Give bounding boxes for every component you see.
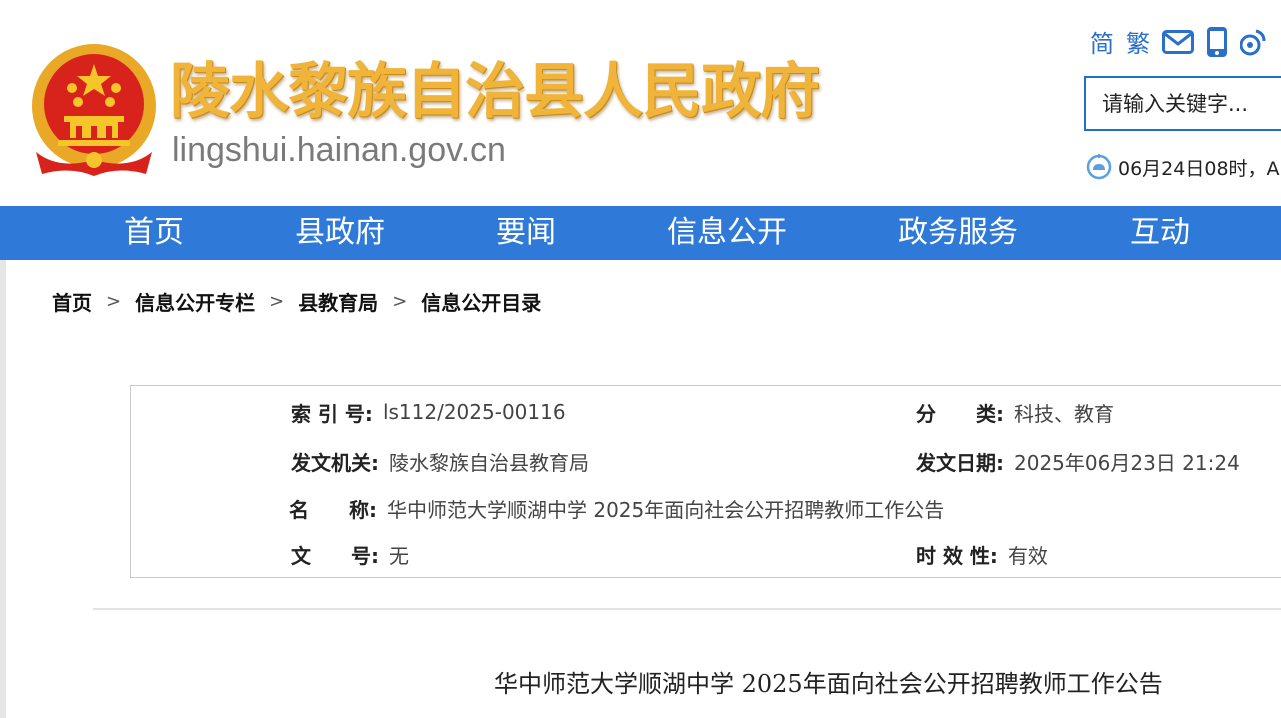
breadcrumb-info-catalog[interactable]: 信息公开目录: [421, 287, 541, 316]
index-value: ls112/2025-00116: [382, 400, 566, 424]
search-box: [1084, 76, 1281, 131]
info-row-name: 名 称: 华中师范大学顺湖中学 2025年面向社会公开招聘教师工作公告: [289, 493, 944, 523]
page-left-strip: [0, 260, 6, 718]
info-row-category: 分 类: 科技、教育: [916, 397, 1114, 427]
main-nav: 首页 县政府 要闻 信息公开 政务服务 互动: [0, 206, 1281, 260]
info-row-index: 索 引 号: ls112/2025-00116: [291, 397, 566, 427]
breadcrumb-separator: >: [106, 290, 122, 312]
breadcrumb-education-bureau[interactable]: 县教育局: [298, 287, 378, 316]
index-label: 索 引 号:: [291, 401, 373, 426]
top-tools: 简 繁: [1090, 26, 1278, 62]
nav-item-government-services[interactable]: 政务服务: [898, 206, 1018, 260]
breadcrumb-separator: >: [392, 290, 408, 312]
name-label: 名 称:: [289, 497, 377, 522]
weather-info: 06月24日08时，A: [1084, 152, 1280, 182]
category-value: 科技、教育: [1014, 401, 1114, 426]
issuer-label: 发文机关:: [291, 450, 379, 475]
nav-item-info-disclosure[interactable]: 信息公开: [667, 206, 787, 260]
date-label: 发文日期:: [916, 450, 1004, 475]
weather-text: 06月24日08时，A: [1118, 157, 1280, 180]
info-row-issuer: 发文机关: 陵水黎族自治县教育局: [291, 446, 589, 476]
validity-label: 时 效 性:: [916, 543, 998, 568]
breadcrumb-separator: >: [269, 290, 285, 312]
mail-icon[interactable]: [1162, 30, 1194, 58]
weather-icon: [1086, 154, 1112, 180]
breadcrumb-home[interactable]: 首页: [52, 287, 92, 316]
validity-value: 有效: [1007, 543, 1048, 568]
site-title: 陵水黎族自治县人民政府: [170, 57, 820, 127]
docno-label: 文 号:: [291, 543, 379, 568]
emblem-icon: [32, 44, 156, 176]
mobile-icon[interactable]: [1206, 26, 1228, 62]
name-value: 华中师范大学顺湖中学 2025年面向社会公开招聘教师工作公告: [387, 497, 945, 522]
breadcrumb-info-column[interactable]: 信息公开专栏: [135, 287, 255, 316]
simplified-chinese-link[interactable]: 简: [1090, 28, 1114, 60]
weibo-icon[interactable]: [1239, 27, 1266, 61]
traditional-chinese-link[interactable]: 繁: [1126, 28, 1150, 60]
nav-item-interaction[interactable]: 互动: [1130, 206, 1190, 260]
info-row-validity: 时 效 性: 有效: [916, 539, 1048, 569]
issuer-value: 陵水黎族自治县教育局: [389, 450, 589, 475]
article-title: 华中师范大学顺湖中学 2025年面向社会公开招聘教师工作公告: [494, 670, 1163, 698]
document-info-box: 索 引 号: ls112/2025-00116 分 类: 科技、教育 发文机关:…: [130, 385, 1281, 578]
nav-item-county-government[interactable]: 县政府: [295, 206, 385, 260]
breadcrumb: 首页 > 信息公开专栏 > 县教育局 > 信息公开目录: [52, 286, 541, 316]
nav-item-news[interactable]: 要闻: [496, 206, 556, 260]
category-label: 分 类:: [916, 401, 1004, 426]
site-domain: lingshui.hainan.gov.cn: [172, 131, 506, 169]
info-row-docno: 文 号: 无: [291, 539, 409, 569]
site-header: 陵水黎族自治县人民政府 lingshui.hainan.gov.cn 简 繁 请…: [0, 0, 1281, 206]
date-value: 2025年06月23日 21:24: [1014, 450, 1240, 475]
content-divider: [93, 608, 1281, 610]
nav-item-home[interactable]: 首页: [124, 206, 184, 260]
info-row-date: 发文日期: 2025年06月23日 21:24: [916, 446, 1240, 476]
search-input[interactable]: [1086, 78, 1281, 129]
docno-value: 无: [389, 543, 409, 568]
